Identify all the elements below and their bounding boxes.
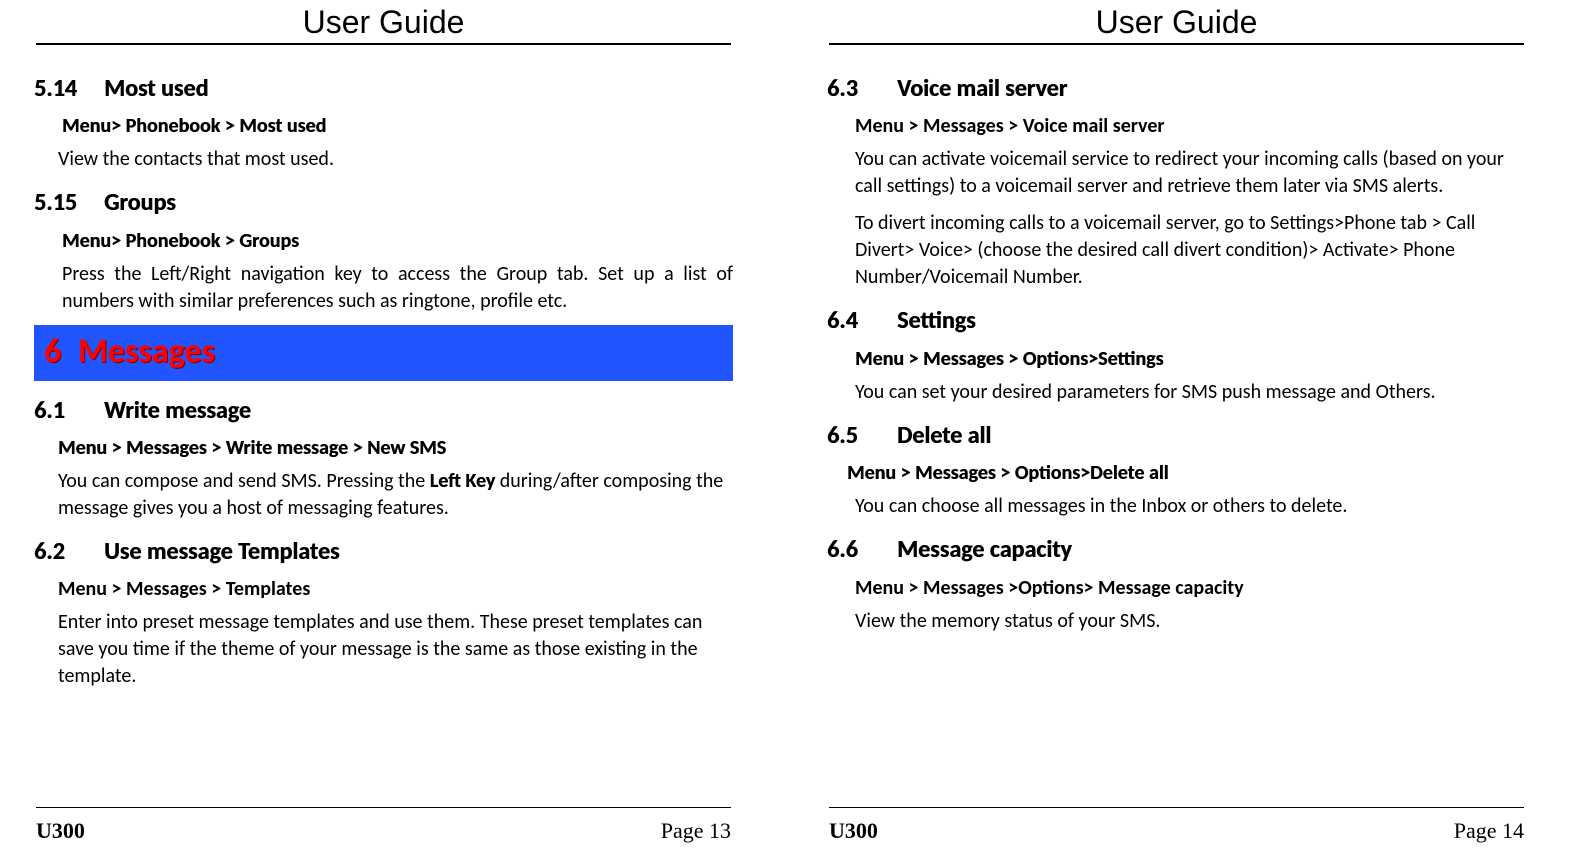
- menu-path-6-2: Menu > Messages > Templates: [58, 576, 733, 603]
- heading-6-6: 6.6Message capacity: [827, 534, 1526, 566]
- chapter-title: Messages: [78, 331, 215, 372]
- heading-number: 5.14: [34, 73, 104, 105]
- footer-model: U300: [36, 818, 85, 844]
- heading-title: Voice mail server: [897, 74, 1067, 103]
- heading-number: 6.4: [827, 305, 897, 337]
- menu-path-6-6: Menu > Messages >Options> Message capaci…: [855, 575, 1526, 602]
- paragraph: You can activate voicemail service to re…: [855, 146, 1526, 200]
- heading-number: 5.15: [34, 187, 104, 219]
- paragraph: You can compose and send SMS. Pressing t…: [58, 468, 733, 522]
- page-footer-right: U300 Page 14: [829, 807, 1524, 844]
- heading-6-5: 6.5Delete all: [827, 420, 1526, 452]
- paragraph: You can choose all messages in the Inbox…: [855, 493, 1526, 520]
- page-spread: User Guide 5.14Most used Menu> Phonebook…: [0, 0, 1586, 862]
- heading-6-3: 6.3Voice mail server: [827, 73, 1526, 105]
- heading-6-4: 6.4Settings: [827, 305, 1526, 337]
- heading-title: Message capacity: [897, 535, 1072, 564]
- heading-title: Groups: [104, 188, 176, 217]
- heading-title: Delete all: [897, 421, 991, 450]
- page-footer-left: U300 Page 13: [36, 807, 731, 844]
- paragraph: You can set your desired parameters for …: [855, 379, 1526, 406]
- heading-number: 6.2: [34, 536, 104, 568]
- footer-page-number: Page 14: [1454, 818, 1524, 844]
- paragraph: Enter into preset message templates and …: [58, 609, 733, 690]
- page-header-right: User Guide: [829, 0, 1524, 45]
- menu-path-5-14: Menu> Phonebook > Most used: [62, 113, 733, 140]
- menu-path-6-3: Menu > Messages > Voice mail server: [855, 113, 1526, 140]
- paragraph: View the contacts that most used.: [58, 146, 733, 173]
- menu-path-6-4: Menu > Messages > Options>Settings: [855, 346, 1526, 373]
- heading-title: Settings: [897, 306, 976, 335]
- page-left: User Guide 5.14Most used Menu> Phonebook…: [0, 0, 793, 862]
- heading-title: Write message: [104, 396, 251, 425]
- keycap-left-key: Left Key: [430, 469, 496, 493]
- paragraph: Press the Left/Right navigation key to a…: [62, 261, 733, 315]
- heading-5-15: 5.15Groups: [34, 187, 733, 219]
- page-right: User Guide 6.3Voice mail server Menu > M…: [793, 0, 1586, 862]
- heading-6-2: 6.2Use message Templates: [34, 536, 733, 568]
- heading-number: 6.5: [827, 420, 897, 452]
- footer-model: U300: [829, 818, 878, 844]
- chapter-number: 6: [44, 329, 78, 375]
- content-right: 6.3Voice mail server Menu > Messages > V…: [827, 59, 1526, 807]
- heading-number: 6.1: [34, 395, 104, 427]
- heading-5-14: 5.14Most used: [34, 73, 733, 105]
- heading-6-1: 6.1Write message: [34, 395, 733, 427]
- heading-number: 6.3: [827, 73, 897, 105]
- chapter-banner-6: 6Messages: [34, 325, 733, 381]
- text: You can compose and send SMS. Pressing t…: [58, 469, 430, 493]
- menu-path-6-5: Menu > Messages > Options>Delete all: [847, 460, 1526, 487]
- page-header-left: User Guide: [36, 0, 731, 45]
- menu-path-5-15: Menu> Phonebook > Groups: [62, 228, 733, 255]
- content-left: 5.14Most used Menu> Phonebook > Most use…: [34, 59, 733, 807]
- footer-page-number: Page 13: [661, 818, 731, 844]
- heading-title: Most used: [104, 74, 208, 103]
- heading-number: 6.6: [827, 534, 897, 566]
- paragraph: View the memory status of your SMS.: [855, 608, 1526, 635]
- menu-path-6-1: Menu > Messages > Write message > New SM…: [58, 435, 733, 462]
- paragraph: To divert incoming calls to a voicemail …: [855, 210, 1526, 291]
- heading-title: Use message Templates: [104, 537, 339, 566]
